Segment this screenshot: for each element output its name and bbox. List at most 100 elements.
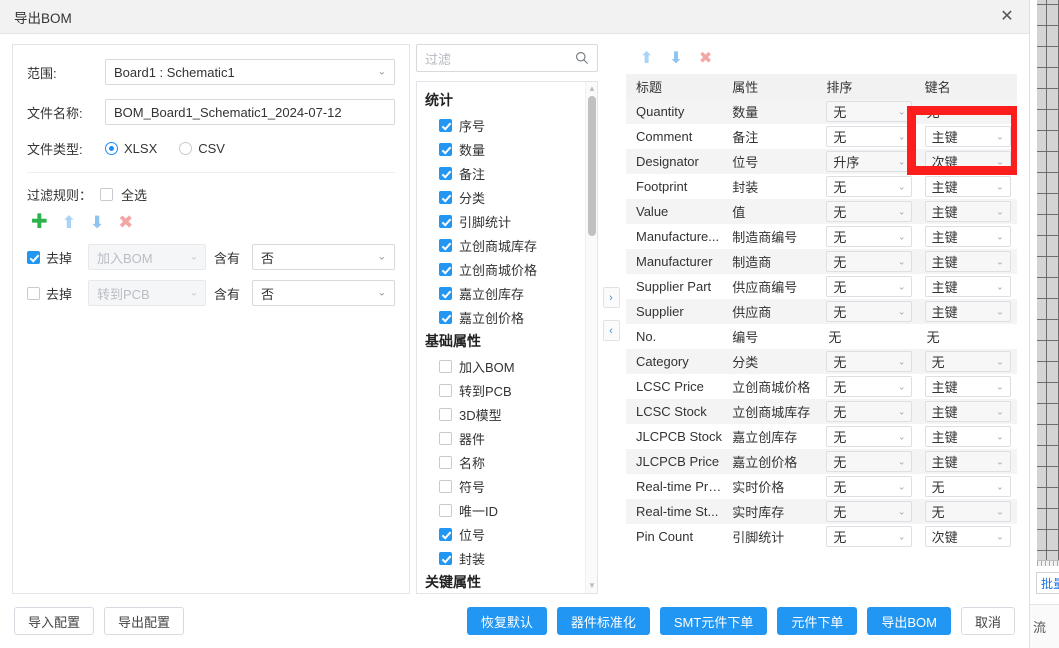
field-checkbox[interactable] bbox=[439, 431, 452, 445]
field-tree-item[interactable]: 器件 bbox=[425, 426, 585, 450]
move-left-button[interactable]: ‹ bbox=[602, 320, 620, 341]
field-tree-item[interactable]: 位号 bbox=[425, 522, 585, 546]
delete-rule-icon[interactable]: ✖ bbox=[118, 213, 133, 231]
move-down-icon[interactable]: ⬇ bbox=[90, 214, 104, 231]
key-select[interactable]: 次键 ⌄ bbox=[924, 151, 1011, 172]
key-select[interactable]: 主键 ⌄ bbox=[924, 376, 1011, 397]
field-tree-scrollbar[interactable]: ▲ ▼ bbox=[585, 82, 597, 593]
field-checkbox[interactable] bbox=[439, 190, 452, 204]
field-tree-item[interactable]: 转到PCB bbox=[425, 378, 585, 402]
field-tree-item[interactable]: 备注 bbox=[425, 161, 585, 185]
key-select[interactable]: 主键 ⌄ bbox=[924, 401, 1011, 422]
filetype-radio-xlsx[interactable]: XLSX bbox=[105, 141, 157, 156]
table-row[interactable]: Supplier Part 供应商编号无 ⌄ 主键 ⌄ bbox=[626, 274, 1017, 299]
field-tree-item[interactable]: 分类 bbox=[425, 185, 585, 209]
sort-select[interactable]: 无 ⌄ bbox=[826, 401, 913, 422]
field-tree-item[interactable]: 3D模型 bbox=[425, 402, 585, 426]
sort-select[interactable]: 无 ⌄ bbox=[826, 226, 913, 247]
field-tree-item[interactable]: 数量 bbox=[425, 137, 585, 161]
sort-select[interactable]: 无 ⌄ bbox=[826, 526, 913, 547]
rule-value-select[interactable]: 否 ⌄ bbox=[252, 244, 395, 270]
sort-select[interactable]: 无 ⌄ bbox=[826, 201, 913, 222]
table-row[interactable]: LCSC Stock 立创商城库存无 ⌄ 主键 ⌄ bbox=[626, 399, 1017, 424]
table-row[interactable]: Real-time Price 实时价格无 ⌄ 无 ⌄ bbox=[626, 474, 1017, 499]
move-right-button[interactable]: › bbox=[602, 287, 620, 308]
sort-select[interactable]: 无 ⌄ bbox=[826, 101, 913, 122]
add-rule-icon[interactable]: ✚ bbox=[31, 212, 48, 232]
table-row[interactable]: Supplier 供应商无 ⌄ 主键 ⌄ bbox=[626, 299, 1017, 324]
field-checkbox[interactable] bbox=[439, 479, 452, 493]
field-search-box[interactable]: 过滤 bbox=[416, 44, 598, 72]
field-checkbox[interactable] bbox=[439, 214, 452, 228]
table-row[interactable]: Value 值无 ⌄ 主键 ⌄ bbox=[626, 199, 1017, 224]
field-checkbox[interactable] bbox=[439, 310, 452, 324]
footer-button-right-6[interactable]: 取消 bbox=[960, 607, 1015, 635]
field-checkbox[interactable] bbox=[439, 407, 452, 421]
field-tree-item[interactable]: 立创商城库存 bbox=[425, 233, 585, 257]
footer-button-right-5[interactable]: 导出BOM bbox=[867, 607, 951, 635]
field-checkbox[interactable] bbox=[439, 118, 452, 132]
field-tree-item[interactable]: 加入BOM bbox=[425, 354, 585, 378]
scope-select[interactable]: Board1 : Schematic1 ⌄ bbox=[105, 59, 395, 85]
footer-button-right-3[interactable]: SMT元件下单 bbox=[659, 607, 768, 635]
sort-select[interactable]: 无 ⌄ bbox=[826, 501, 913, 522]
rule-value-select[interactable]: 否 ⌄ bbox=[252, 280, 395, 306]
footer-button-right-1[interactable]: 恢复默认 bbox=[466, 607, 547, 635]
filename-input[interactable]: BOM_Board1_Schematic1_2024-07-12 bbox=[105, 99, 395, 125]
field-checkbox[interactable] bbox=[439, 238, 452, 252]
rule-field-select[interactable]: 转到PCB ⌄ bbox=[88, 280, 206, 306]
rule-enable-checkbox[interactable] bbox=[27, 250, 40, 264]
field-tree-item[interactable]: 封装 bbox=[425, 546, 585, 570]
close-icon[interactable]: ✕ bbox=[985, 0, 1029, 34]
field-tree-item[interactable]: 序号 bbox=[425, 113, 585, 137]
row-up-icon[interactable]: ⬆ bbox=[640, 51, 653, 67]
sort-select[interactable]: 无 ⌄ bbox=[826, 376, 913, 397]
footer-button-right-2[interactable]: 器件标准化 bbox=[556, 607, 650, 635]
field-tree-item[interactable]: 唯一ID bbox=[425, 498, 585, 522]
field-checkbox[interactable] bbox=[439, 503, 452, 517]
key-select[interactable]: 主键 ⌄ bbox=[924, 251, 1011, 272]
footer-button-left-2[interactable]: 导出配置 bbox=[104, 607, 185, 635]
table-row[interactable]: Manufacturer 制造商无 ⌄ 主键 ⌄ bbox=[626, 249, 1017, 274]
table-row[interactable]: No. 编号 无 无 bbox=[626, 324, 1017, 349]
field-checkbox[interactable] bbox=[439, 383, 452, 397]
key-select[interactable]: 主键 ⌄ bbox=[924, 451, 1011, 472]
field-tree-item[interactable]: 名称 bbox=[425, 450, 585, 474]
scroll-up-icon[interactable]: ▲ bbox=[588, 85, 596, 93]
field-tree-item[interactable]: 嘉立创价格 bbox=[425, 305, 585, 329]
sort-select[interactable]: 无 ⌄ bbox=[826, 301, 913, 322]
table-row[interactable]: JLCPCB Stock 嘉立创库存无 ⌄ 主键 ⌄ bbox=[626, 424, 1017, 449]
table-row[interactable]: LCSC Price 立创商城价格无 ⌄ 主键 ⌄ bbox=[626, 374, 1017, 399]
table-row[interactable]: Footprint 封装无 ⌄ 主键 ⌄ bbox=[626, 174, 1017, 199]
table-row[interactable]: Category 分类无 ⌄ 无 ⌄ bbox=[626, 349, 1017, 374]
field-tree-item[interactable]: 符号 bbox=[425, 474, 585, 498]
sort-select[interactable]: 无 ⌄ bbox=[826, 126, 913, 147]
rule-field-select[interactable]: 加入BOM ⌄ bbox=[88, 244, 206, 270]
table-row[interactable]: Pin Count 引脚统计无 ⌄ 次键 ⌄ bbox=[626, 524, 1017, 549]
field-checkbox[interactable] bbox=[439, 166, 452, 180]
key-select[interactable]: 主键 ⌄ bbox=[924, 301, 1011, 322]
sort-select[interactable]: 无 ⌄ bbox=[826, 451, 913, 472]
table-row[interactable]: Quantity 数量无 ⌄ 无 bbox=[626, 99, 1017, 124]
footer-button-right-4[interactable]: 元件下单 bbox=[777, 607, 858, 635]
key-select[interactable]: 主键 ⌄ bbox=[924, 201, 1011, 222]
key-select[interactable]: 无 ⌄ bbox=[924, 501, 1011, 522]
row-down-icon[interactable]: ⬇ bbox=[669, 51, 682, 67]
field-checkbox[interactable] bbox=[439, 262, 452, 276]
table-row[interactable]: Manufacture... 制造商编号无 ⌄ 主键 ⌄ bbox=[626, 224, 1017, 249]
sort-select[interactable]: 无 ⌄ bbox=[826, 176, 913, 197]
rule-enable-checkbox[interactable] bbox=[27, 286, 40, 300]
key-select[interactable]: 主键 ⌄ bbox=[924, 126, 1011, 147]
field-tree-item[interactable]: 嘉立创库存 bbox=[425, 281, 585, 305]
table-row[interactable]: Comment 备注无 ⌄ 主键 ⌄ bbox=[626, 124, 1017, 149]
key-select[interactable]: 主键 ⌄ bbox=[924, 426, 1011, 447]
field-tree-item[interactable]: 立创商城价格 bbox=[425, 257, 585, 281]
scrollbar-thumb[interactable] bbox=[588, 96, 596, 236]
field-checkbox[interactable] bbox=[439, 455, 452, 469]
table-row[interactable]: JLCPCB Price 嘉立创价格无 ⌄ 主键 ⌄ bbox=[626, 449, 1017, 474]
row-delete-icon[interactable]: ✖ bbox=[699, 51, 712, 67]
search-input[interactable]: 过滤 bbox=[425, 49, 575, 68]
field-checkbox[interactable] bbox=[439, 286, 452, 300]
sort-select[interactable]: 无 ⌄ bbox=[826, 251, 913, 272]
table-row[interactable]: Designator 位号 升序 ⌄ 次键 ⌄ bbox=[626, 149, 1017, 174]
